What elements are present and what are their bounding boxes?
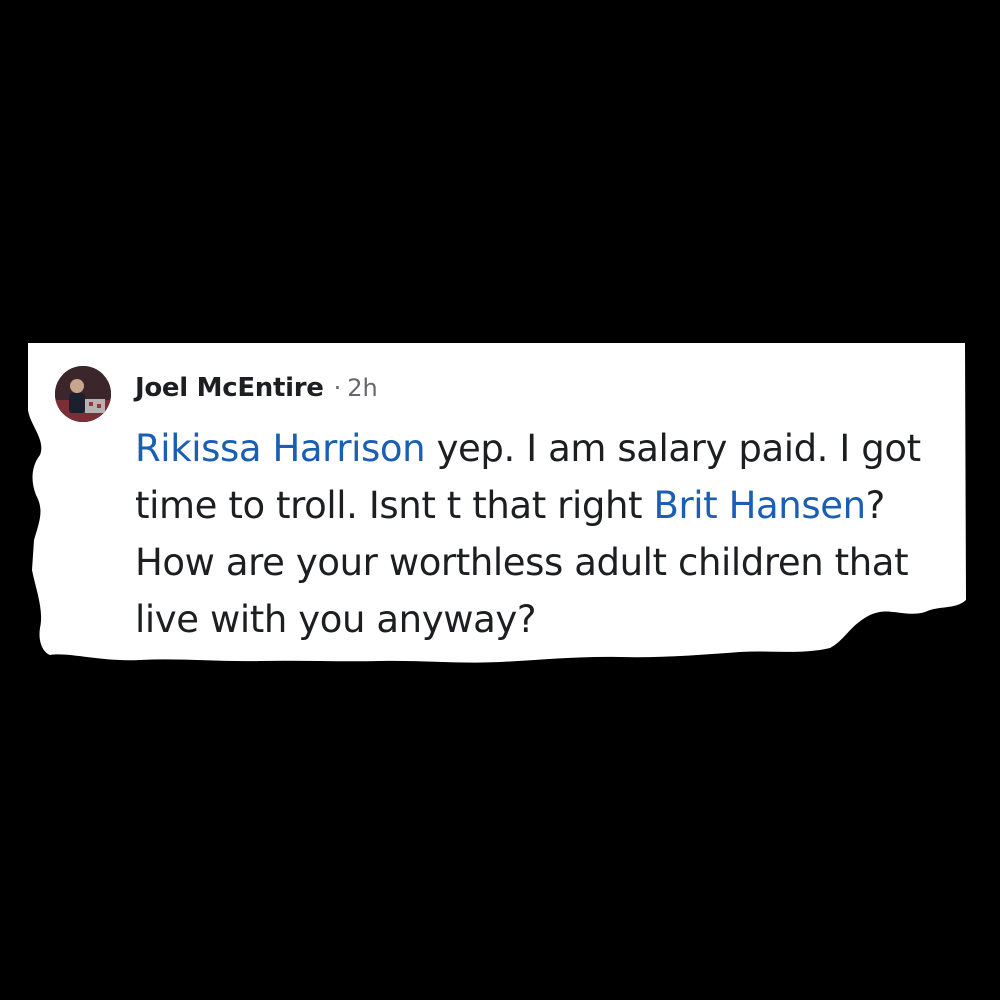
comment-header: Joel McEntire · 2h <box>135 366 378 410</box>
meta-separator: · <box>333 374 342 402</box>
author-name[interactable]: Joel McEntire <box>135 373 324 403</box>
mention-link[interactable]: Brit Hansen <box>653 484 866 527</box>
mention-link[interactable]: Rikissa Harrison <box>135 427 426 470</box>
comment-timestamp[interactable]: 2h <box>347 374 377 402</box>
profile-photo-icon <box>55 366 111 422</box>
author-avatar[interactable] <box>55 366 111 422</box>
comment-body: Rikissa Harrison yep. I am salary paid. … <box>135 420 935 648</box>
facebook-comment: Joel McEntire · 2h Rikissa Harrison yep.… <box>55 360 935 641</box>
screenshot-stage: Joel McEntire · 2h Rikissa Harrison yep.… <box>0 0 1000 1000</box>
